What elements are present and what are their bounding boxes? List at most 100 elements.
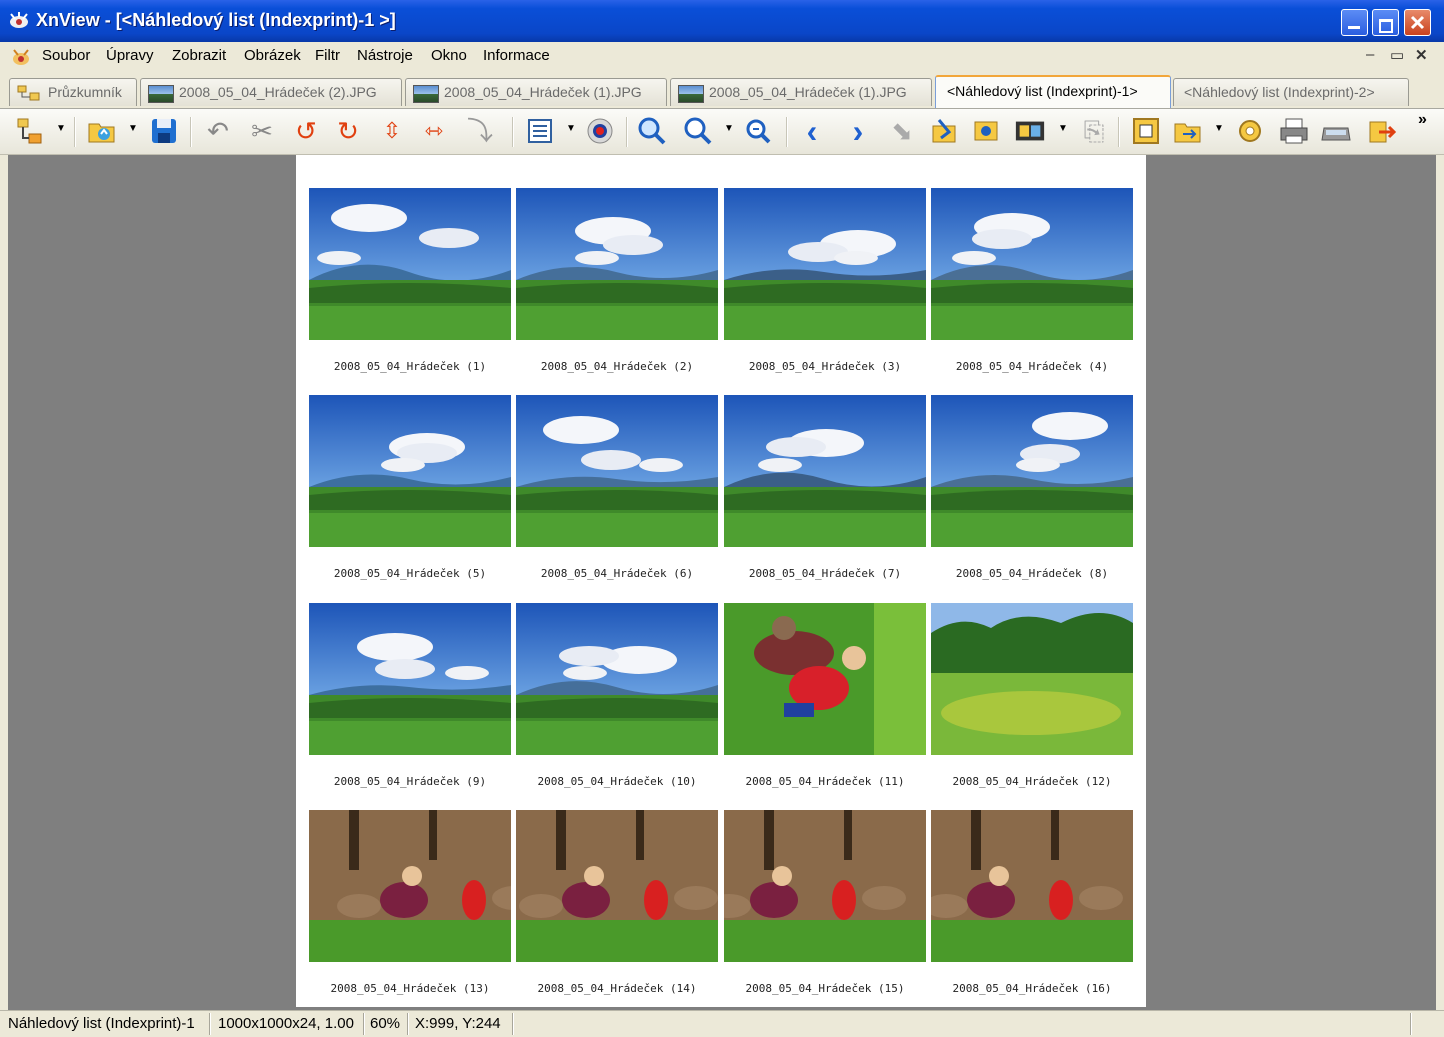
minimize-button[interactable] — [1341, 9, 1368, 36]
thumbnail-caption: 2008_05_04_Hrádeček (3) — [748, 360, 902, 373]
thumbnail-caption: 2008_05_04_Hrádeček (13) — [330, 982, 490, 995]
batch-icon[interactable] — [928, 115, 960, 147]
menu-soubor[interactable]: Soubor — [42, 47, 90, 64]
image-icon — [413, 85, 439, 103]
thumbnail: 2008_05_04_Hrádeček (5) — [309, 395, 511, 580]
thumbnail-image — [309, 188, 511, 340]
save-icon[interactable] — [148, 115, 180, 147]
thumbnail: 2008_05_04_Hrádeček (7) — [724, 395, 926, 580]
tab-label: Průzkumník — [48, 84, 122, 100]
status-separator — [209, 1013, 211, 1035]
image-viewer[interactable]: 2008_05_04_Hrádeček (1) 2008_05_04_Hrádeč… — [8, 155, 1436, 1010]
toolbar-overflow-button[interactable]: » — [1418, 111, 1427, 129]
previous-icon[interactable]: ‹ — [796, 115, 828, 147]
menu-bar: Soubor Úpravy Zobrazit Obrázek Filtr Nás… — [0, 43, 1444, 70]
export-icon[interactable] — [1366, 115, 1398, 147]
thumbnail-caption: 2008_05_04_Hrádeček (2) — [540, 360, 694, 373]
cut-icon[interactable]: ✂ — [246, 115, 278, 147]
status-separator — [1410, 1013, 1412, 1035]
chevron-down-icon[interactable]: ▼ — [1214, 123, 1224, 134]
thumbnail: 2008_05_04_Hrádeček (9) — [309, 603, 511, 788]
zoom-in-icon[interactable] — [636, 115, 668, 147]
thumbnail-image — [309, 810, 511, 962]
tab-image-1a[interactable]: 2008_05_04_Hrádeček (1).JPG — [405, 78, 667, 106]
tab-image-1b[interactable]: 2008_05_04_Hrádeček (1).JPG — [670, 78, 932, 106]
thumbnail: 2008_05_04_Hrádeček (2) — [516, 188, 718, 373]
toolbar-separator — [626, 117, 628, 147]
convert-icon[interactable] — [970, 115, 1002, 147]
select-icon[interactable]: ⬊ — [886, 115, 918, 147]
tab-pruzkumnik[interactable]: Průzkumník — [9, 78, 137, 106]
rotate-right-icon[interactable]: ↻ — [332, 115, 364, 147]
open-icon[interactable] — [86, 115, 118, 147]
image-icon — [148, 85, 174, 103]
tab-bar: Průzkumník 2008_05_04_Hrádeček (2).JPG 2… — [0, 72, 1444, 109]
flip-vertical-icon[interactable]: ⇳ — [376, 115, 408, 147]
thumbnail-caption: 2008_05_04_Hrádeček (16) — [952, 982, 1112, 995]
color-icon[interactable] — [584, 115, 616, 147]
status-coordinates: X:999, Y:244 — [415, 1015, 501, 1032]
menu-nastroje[interactable]: Nástroje — [357, 47, 413, 64]
thumbnail-image — [516, 395, 718, 547]
toolbar-separator — [1118, 117, 1120, 147]
thumbnail: 2008_05_04_Hrádeček (3) — [724, 188, 926, 373]
restore-button[interactable] — [1372, 9, 1399, 36]
menu-zobrazit[interactable]: Zobrazit — [172, 47, 226, 64]
tab-image-2[interactable]: 2008_05_04_Hrádeček (2).JPG — [140, 78, 402, 106]
next-icon[interactable]: › — [842, 115, 874, 147]
tab-indexprint-2[interactable]: <Náhledový list (Indexprint)-2> — [1173, 78, 1409, 106]
mdi-minimize-button[interactable]: – — [1366, 46, 1374, 63]
thumbnail-caption: 2008_05_04_Hrádeček (5) — [333, 567, 487, 580]
status-image-size: 1000x1000x24, 1.00 — [218, 1015, 354, 1032]
chevron-down-icon[interactable]: ▼ — [1058, 123, 1068, 134]
mdi-restore-button[interactable]: ▭ — [1390, 46, 1404, 64]
thumbnail: 2008_05_04_Hrádeček (12) — [931, 603, 1133, 788]
crop-icon[interactable]: ⤵ — [464, 115, 496, 147]
toolbar-separator — [512, 117, 514, 147]
toolbar-separator — [190, 117, 192, 147]
window-title: XnView - [<Náhledový list (Indexprint)-1… — [36, 10, 396, 30]
paste-icon[interactable]: ⎘ — [1078, 115, 1110, 147]
adjust-icon[interactable] — [524, 115, 556, 147]
thumbnail-caption: 2008_05_04_Hrádeček (8) — [955, 567, 1109, 580]
tab-label: <Náhledový list (Indexprint)-1> — [947, 83, 1138, 99]
xnview-app-icon — [10, 12, 28, 28]
close-button[interactable] — [1404, 9, 1431, 36]
menu-okno[interactable]: Okno — [431, 47, 467, 64]
close-icon — [1410, 15, 1425, 30]
chevron-down-icon[interactable]: ▼ — [56, 123, 66, 134]
thumbnail: 2008_05_04_Hrádeček (10) — [516, 603, 718, 788]
menu-obrazek[interactable]: Obrázek — [244, 47, 301, 64]
zoom-out-icon[interactable] — [682, 115, 714, 147]
thumbnail: 2008_05_04_Hrádeček (6) — [516, 395, 718, 580]
rotate-left-icon[interactable]: ↺ — [290, 115, 322, 147]
flip-horizontal-icon[interactable]: ⇿ — [418, 115, 450, 147]
thumbnail-caption: 2008_05_04_Hrádeček (4) — [955, 360, 1109, 373]
chevron-down-icon[interactable]: ▼ — [724, 123, 734, 134]
tab-label: 2008_05_04_Hrádeček (1).JPG — [709, 84, 907, 100]
thumbnail-image — [724, 395, 926, 547]
print-icon[interactable] — [1278, 115, 1310, 147]
document-icon[interactable] — [10, 47, 32, 67]
zoom-fit-icon[interactable] — [742, 115, 774, 147]
mdi-close-button[interactable]: ✕ — [1415, 46, 1428, 64]
status-separator — [363, 1013, 365, 1035]
browser-tree-icon — [17, 85, 40, 101]
settings-icon[interactable] — [1234, 115, 1266, 147]
undo-icon[interactable]: ↶ — [202, 115, 234, 147]
slideshow-icon[interactable] — [1014, 115, 1046, 147]
tab-indexprint-1[interactable]: <Náhledový list (Indexprint)-1> — [935, 75, 1171, 108]
menu-informace[interactable]: Informace — [483, 47, 550, 64]
browser-icon[interactable] — [14, 115, 46, 147]
menu-upravy[interactable]: Úpravy — [106, 47, 154, 64]
chevron-down-icon[interactable]: ▼ — [128, 123, 138, 134]
scan-icon[interactable] — [1320, 115, 1352, 147]
tab-label: 2008_05_04_Hrádeček (2).JPG — [179, 84, 377, 100]
image-icon — [678, 85, 704, 103]
index-print-sheet: 2008_05_04_Hrádeček (1) 2008_05_04_Hrádeč… — [296, 155, 1146, 1007]
chevron-down-icon[interactable]: ▼ — [566, 123, 576, 134]
status-zoom: 60% — [370, 1015, 401, 1032]
fullscreen-icon[interactable] — [1130, 115, 1162, 147]
menu-filtr[interactable]: Filtr — [315, 47, 340, 64]
open-folder-icon[interactable] — [1172, 115, 1204, 147]
